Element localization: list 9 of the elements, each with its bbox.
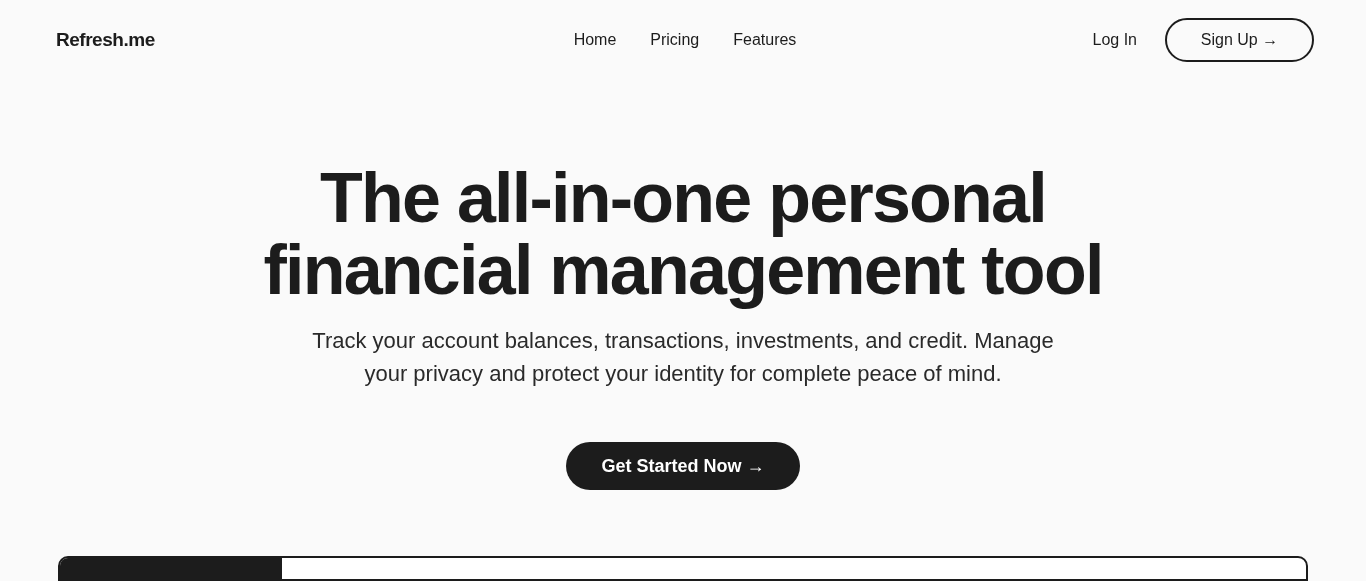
hero-subtitle: Track your account balances, transactions, investments, and credit. Manage xyxy=(312,327,1054,355)
nav-link[interactable]: Features xyxy=(733,28,797,52)
login-link[interactable]: Log In xyxy=(1092,28,1137,52)
signup-button[interactable]: Sign Up → xyxy=(1165,18,1314,62)
nav-link[interactable]: Home xyxy=(573,28,617,52)
nav-link[interactable]: Pricing xyxy=(650,28,700,52)
logo[interactable]: Refresh.me xyxy=(56,25,316,55)
get-started-button[interactable]: Get Started Now → xyxy=(566,442,800,490)
hero-subtitle: your privacy and protect your identity for complete peace of mind. xyxy=(364,360,1002,388)
